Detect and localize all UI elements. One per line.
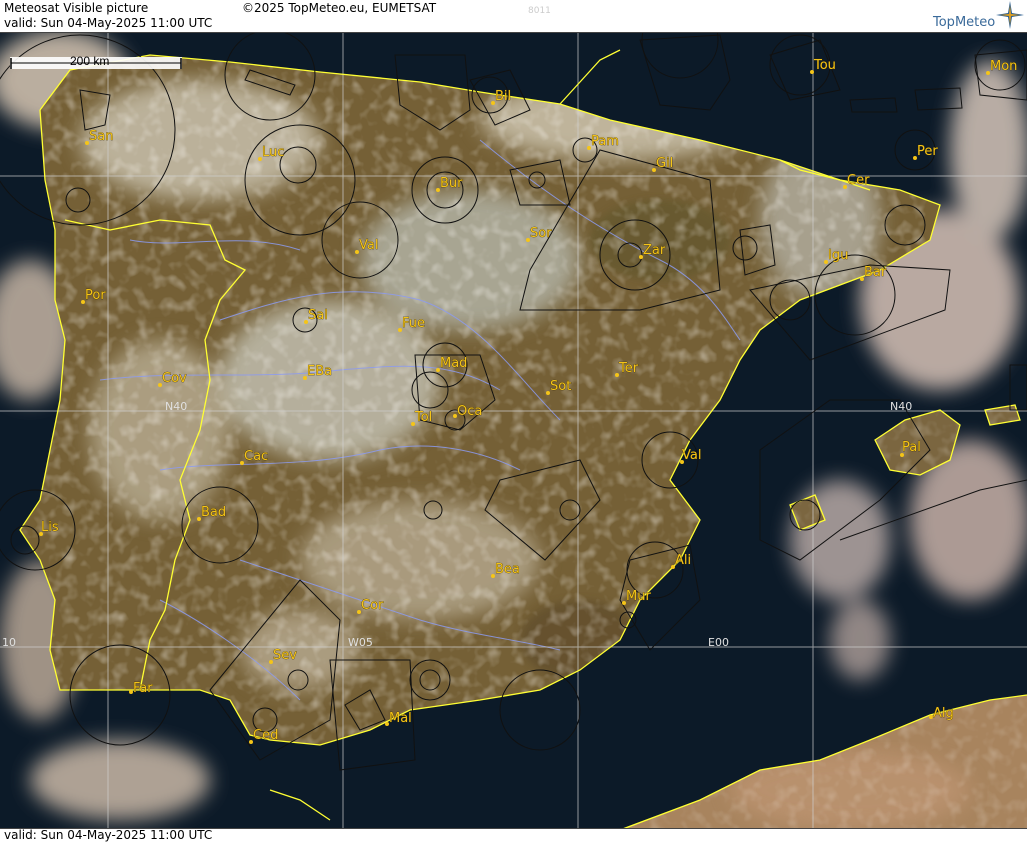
lon-label-w10: 10 (2, 636, 16, 649)
valid-time: valid: Sun 04-May-2025 11:00 UTC (4, 16, 213, 30)
city-label: Val (359, 238, 378, 253)
city-label: EBa (307, 364, 332, 379)
city-label: Bil (495, 89, 511, 104)
city-label: Sor (530, 226, 552, 241)
city-label: Mur (626, 589, 651, 604)
lon-label-e00: E00 (708, 636, 729, 649)
city-label: Sot (550, 379, 571, 394)
city-label: Pam (591, 134, 619, 149)
city-label: Cer (847, 173, 870, 188)
city-label: Mal (389, 711, 412, 726)
city-label: Bar (864, 265, 887, 280)
city-label: Sev (273, 648, 297, 663)
city-label: Tou (813, 58, 836, 73)
city-label: Far (133, 681, 153, 696)
city-label: Bea (495, 562, 520, 577)
city-label: Oca (457, 404, 482, 419)
city-label: Per (917, 144, 938, 159)
lat-label-n40: N40 (165, 400, 187, 413)
city-label: Cov (162, 371, 187, 386)
city-label: Lis (41, 520, 59, 535)
city-label: Luc (262, 145, 284, 160)
city-label: Ali (675, 553, 691, 568)
map-viewer: San Luc Bil Pam Gil Tou Mon Per Cer Bur … (0, 0, 1027, 843)
city-label: Bur (440, 176, 463, 191)
city-label: Sal (308, 308, 328, 323)
city-label: Por (85, 288, 106, 303)
city-label: Gil (656, 156, 673, 171)
footer-bar: valid: Sun 04-May-2025 11:00 UTC (0, 828, 1027, 843)
faint-code: 8011 (528, 6, 551, 16)
city-label: Cac (244, 449, 268, 464)
city-label: Alg (933, 706, 954, 721)
city-label: San (89, 129, 113, 144)
city-label: Ter (618, 361, 639, 376)
city-label: Igu (828, 248, 848, 263)
city-label: Bad (201, 505, 226, 520)
copyright: ©2025 TopMeteo.eu, EUMETSAT (242, 1, 437, 15)
map-title: Meteosat Visible picture (4, 1, 149, 15)
lon-label-w05: W05 (348, 636, 373, 649)
city-label: Cor (361, 598, 384, 613)
brand-logo: TopMeteo (933, 15, 996, 30)
scale-label: 200 km (70, 54, 109, 68)
footer-valid-time: valid: Sun 04-May-2025 11:00 UTC (4, 828, 213, 842)
city-label: Fue (402, 316, 425, 331)
city-label: Ced (253, 728, 278, 743)
city-label: Mad (440, 356, 467, 371)
city-label: Zar (643, 243, 666, 258)
header-bar: Meteosat Visible picture ©2025 TopMeteo.… (0, 0, 1027, 33)
lat-label-n40: N40 (890, 400, 912, 413)
star-logo-icon (996, 1, 1024, 29)
city-label: Pal (902, 440, 921, 455)
city-label: Mon (990, 59, 1017, 74)
city-label: Tol (414, 410, 432, 425)
satellite-map[interactable]: San Luc Bil Pam Gil Tou Mon Per Cer Bur … (0, 0, 1027, 843)
city-label: Val (682, 448, 701, 463)
